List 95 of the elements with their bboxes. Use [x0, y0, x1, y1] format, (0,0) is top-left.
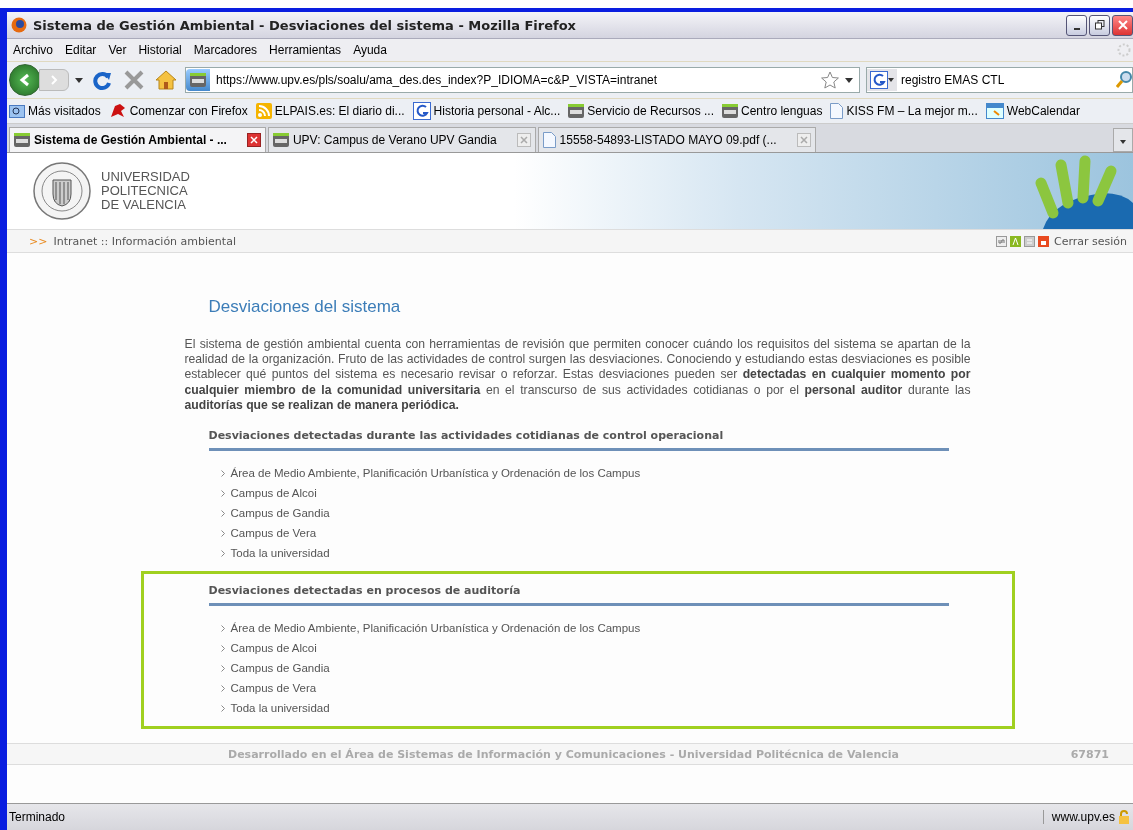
g-letter-icon	[412, 102, 431, 120]
menu-item[interactable]: Ayuda	[349, 43, 395, 57]
upv-icon	[722, 104, 739, 118]
menu-item[interactable]: Herramientas	[265, 43, 350, 57]
search-text: registro EMAS CTL	[901, 73, 1006, 87]
restore-icon	[1094, 20, 1105, 30]
close-button[interactable]	[1112, 14, 1133, 36]
bookmark-link[interactable]: Centro lenguas	[722, 104, 823, 118]
search-icon[interactable]	[1116, 71, 1132, 89]
bookmark-link[interactable]: Comenzar con Firefox	[108, 103, 248, 119]
close-icon	[249, 136, 258, 144]
chevron-icon	[220, 469, 225, 477]
firefox-icon	[11, 17, 27, 33]
bookmark-link[interactable]: ELPAIS.es: El diario di...	[255, 103, 405, 119]
star-icon[interactable]	[821, 71, 839, 89]
bookmark-link[interactable]: Más visitados	[9, 104, 101, 118]
chevron-icon	[220, 704, 225, 712]
window-title: Sistema de Gestión Ambiental - Desviaciones del sistema - Mozilla Firefox	[33, 17, 577, 33]
campus-link[interactable]: Área de Medio Ambiente, Planificación Urbanística y Ordenación de los Campus	[220, 467, 971, 479]
restore-button[interactable]	[1089, 14, 1110, 36]
bookmark-link[interactable]: WebCalendar	[985, 103, 1080, 119]
menu-item[interactable]: Marcadores	[189, 43, 266, 57]
chevron-icon	[220, 684, 225, 692]
chevron-icon	[220, 509, 225, 517]
back-button[interactable]	[9, 64, 41, 96]
menu-item[interactable]: Archivo	[9, 43, 61, 57]
intro-paragraph: El sistema de gestión ambiental cuenta con herramientas de revisión que permiten conocer cuándo los requisitos del sistema se apartan de la realidad de la organización. Fruto de las actividades de control surgen las desviaciones. Conociendo y estudiando estas desviaciones es posible establecer qué puntos del sistema es necesario revisar o reforzar. Estas desviaciones pueden ser detectadas en cualquier momento por cualquier miembro de la comunidad universitaria en el transcurso de sus actividades cotidianas o por el personal auditor durante las auditorías que se realizan de manera periódica.	[184, 337, 971, 413]
browser-tab[interactable]: Sistema de Gestión Ambiental - ...	[9, 127, 266, 152]
browser-tab[interactable]: 15558-54893-LISTADO MAYO 09.pdf (...	[537, 127, 816, 152]
address-field[interactable]: https://www.upv.es/pls/soalu/ama_des.des_index?P_IDIOMA=c&P_VISTA=intranet	[185, 67, 860, 93]
university-name: POLITECNICA	[101, 184, 189, 198]
bookmark-link[interactable]: Historia personal - Alc...	[412, 102, 561, 120]
chevron-icon	[220, 529, 225, 537]
document-icon[interactable]	[1023, 235, 1035, 247]
chevron-icon	[220, 549, 225, 557]
upv-icon	[568, 104, 585, 118]
dinosaur-head-icon	[108, 103, 127, 119]
chevron-icon	[220, 644, 225, 652]
breadcrumb[interactable]: Intranet :: Información ambiental	[53, 234, 996, 248]
bookmark-link[interactable]: KISS FM – La mejor m...	[830, 103, 978, 119]
menu-item[interactable]: Editar	[61, 43, 105, 57]
caret-icon	[1120, 139, 1126, 144]
folder-search-icon	[9, 104, 25, 118]
close-icon	[799, 136, 808, 144]
visit-counter: 67871	[1070, 747, 1109, 761]
breadcrumb-marker: >>	[29, 234, 48, 248]
browser-tab[interactable]: UPV: Campus de Verano UPV Gandia	[267, 127, 536, 152]
campus-link[interactable]: Campus de Gandia	[220, 507, 971, 519]
chevron-icon	[220, 624, 225, 632]
status-domain: www.upv.es	[1051, 810, 1115, 824]
tab-list-button[interactable]	[1113, 128, 1133, 152]
menu-item[interactable]: Ver	[104, 43, 135, 57]
url-text: https://www.upv.es/pls/soalu/ama_des.des_index?P_IDIOMA=c&P_VISTA=intranet	[216, 73, 659, 87]
loading-spinner-icon	[1117, 43, 1131, 57]
logout-link[interactable]: Cerrar sesión	[1051, 234, 1127, 248]
campus-link[interactable]: Campus de Alcoi	[220, 642, 971, 654]
chevron-icon	[220, 489, 225, 497]
search-field[interactable]: registro EMAS CTL	[866, 67, 1133, 93]
page-title: Desviaciones del sistema	[208, 297, 402, 317]
minimize-button[interactable]	[1066, 14, 1087, 36]
calendar-icon	[985, 103, 1004, 119]
campus-link[interactable]: Toda la universidad	[220, 547, 971, 559]
campus-link[interactable]: Área de Medio Ambiente, Planificación Urbanística y Ordenación de los Campus	[220, 622, 971, 634]
dropdown-caret-icon[interactable]	[888, 78, 894, 82]
rss-icon	[255, 103, 272, 119]
campus-link[interactable]: Campus de Vera	[220, 527, 971, 539]
upv-icon	[190, 73, 206, 87]
padlock-icon	[1119, 810, 1129, 824]
campus-link[interactable]: Toda la universidad	[220, 702, 971, 714]
university-seal-icon	[33, 162, 91, 220]
lock-icon	[1037, 235, 1049, 247]
menu-item[interactable]: Historial	[134, 43, 190, 57]
page-icon	[542, 132, 556, 148]
bookmark-link[interactable]: Servicio de Recursos ...	[568, 104, 715, 118]
minimize-icon	[1073, 27, 1080, 30]
university-name: UNIVERSIDAD	[101, 170, 190, 184]
dropdown-caret-icon[interactable]	[845, 77, 853, 83]
campus-link[interactable]: Campus de Alcoi	[220, 487, 971, 499]
university-name: DE VALENCIA	[101, 198, 187, 212]
section-heading: Desviaciones detectadas en procesos de auditoría	[208, 584, 949, 606]
campus-link[interactable]: Campus de Vera	[220, 682, 971, 694]
footer-credit: Desarrollado en el Área de Sistemas de Información y Comunicaciones - Universidad Politécnica de Valencia	[228, 747, 900, 761]
section-heading: Desviaciones detectadas durante las actividades cotidianas de control operacional	[208, 429, 949, 451]
page-icon	[830, 103, 844, 119]
chevron-icon	[220, 664, 225, 672]
close-icon	[519, 136, 528, 144]
close-icon	[1117, 20, 1128, 30]
campus-link[interactable]: Campus de Gandia	[220, 662, 971, 674]
upv-icon	[272, 133, 289, 147]
dropdown-caret-icon[interactable]	[75, 77, 83, 83]
g-letter-icon	[870, 71, 888, 89]
tab-close-button[interactable]	[246, 133, 261, 147]
status-text: Terminado	[9, 810, 67, 824]
ua-icon[interactable]	[995, 235, 1007, 247]
upv-icon	[14, 133, 30, 147]
